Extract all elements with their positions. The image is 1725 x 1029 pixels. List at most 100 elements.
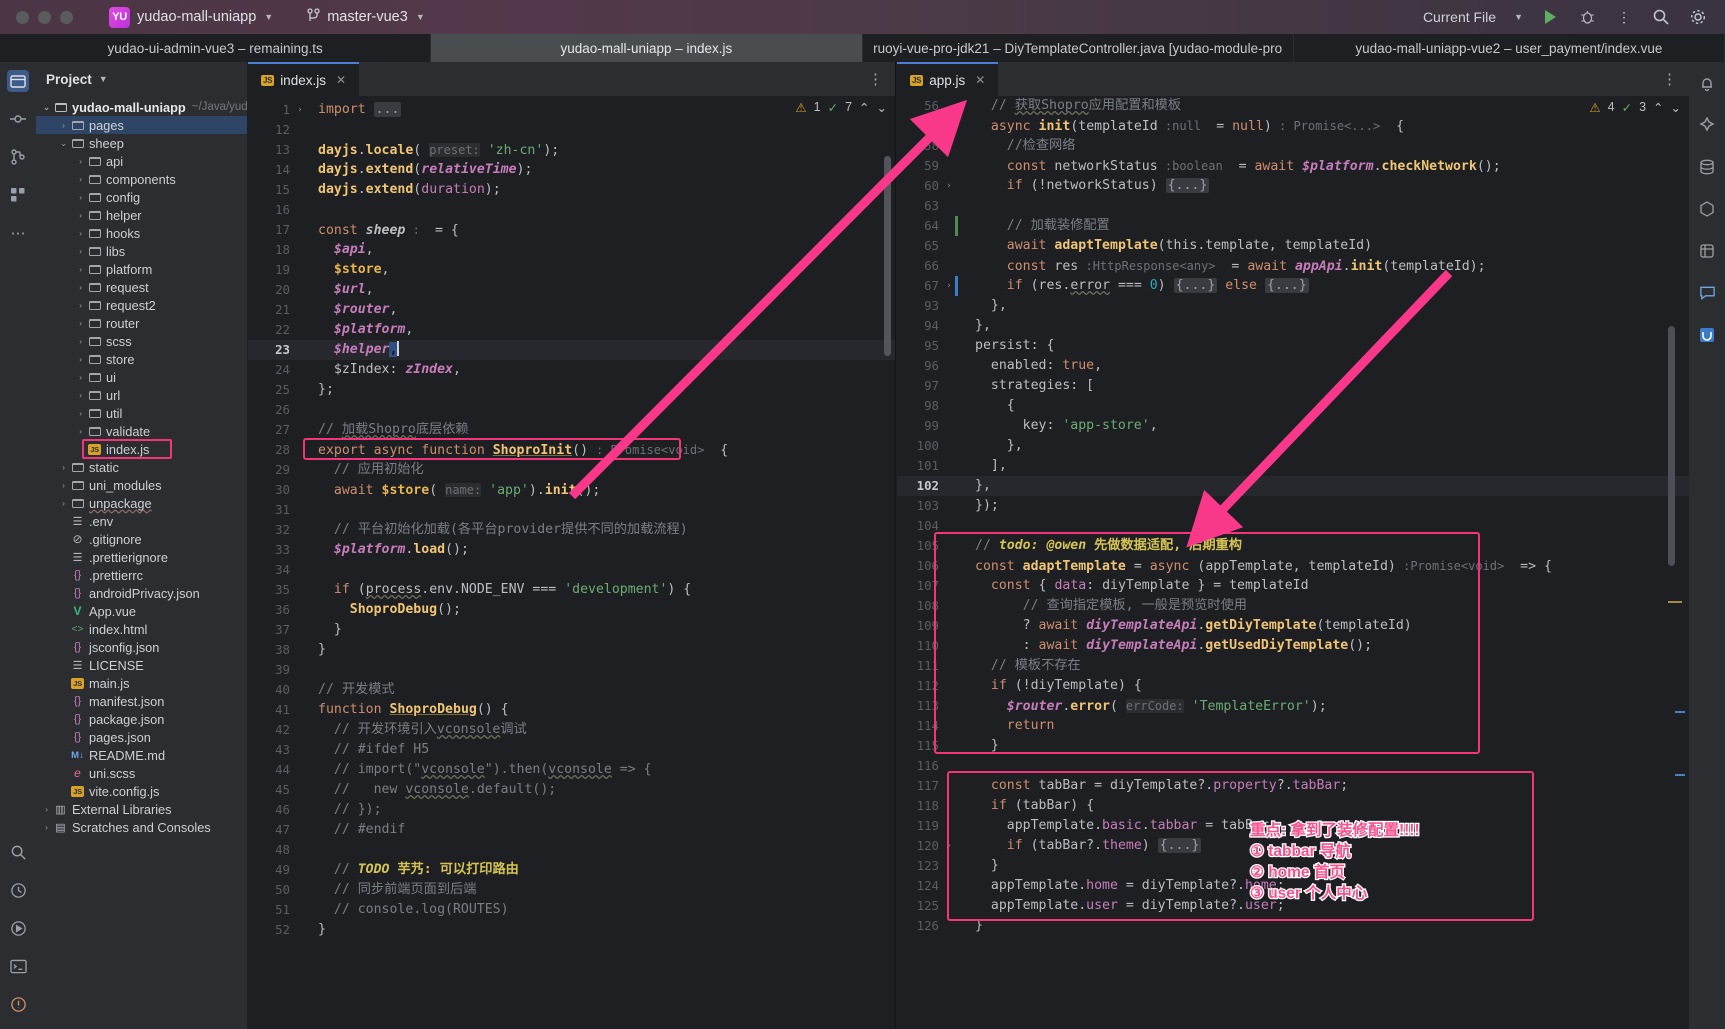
code-line[interactable]: 59 const networkStatus :boolean = await … (897, 156, 1689, 176)
code-line[interactable]: 23 $helper, (248, 340, 895, 360)
current-file-selector[interactable]: Current File (1423, 9, 1496, 25)
code-line[interactable]: 51 // console.log(ROUTES) (248, 900, 895, 920)
code-line[interactable]: 56 // 获取Shopro应用配置和模板 (897, 96, 1689, 116)
tree-item-scss[interactable]: ›scss (36, 332, 247, 350)
code-line[interactable]: 38} (248, 640, 895, 660)
code-line[interactable]: 39 (248, 660, 895, 680)
chevron-right-icon[interactable]: › (57, 462, 70, 472)
code-line[interactable]: 45 // new vconsole.default(); (248, 780, 895, 800)
code-line[interactable]: 42 // 开发环境引入vconsole调试 (248, 720, 895, 740)
tree-item-util[interactable]: ›util (36, 404, 247, 422)
more-tools-icon[interactable]: ⋯ (7, 222, 29, 244)
code-line[interactable]: 66 const res :HttpResponse<any> = await … (897, 256, 1689, 276)
tree-item-config[interactable]: ›config (36, 188, 247, 206)
code-line[interactable]: 63 (897, 196, 1689, 216)
inspection-widget-right[interactable]: ⚠ 4 ✓ 3 ⌃ ⌄ (1589, 96, 1689, 118)
code-line[interactable]: 43 // #ifdef H5 (248, 740, 895, 760)
tree-item-package-json[interactable]: {}package.json (36, 710, 247, 728)
fold-chevron-icon[interactable]: › (943, 176, 955, 196)
tree-item-readme-md[interactable]: M↓README.md (36, 746, 247, 764)
code-line[interactable]: 107 const { data: diyTemplate } = templa… (897, 576, 1689, 596)
code-line[interactable]: 21 $router, (248, 300, 895, 320)
close-icon[interactable]: ✕ (975, 73, 985, 87)
code-line[interactable]: 116 (897, 756, 1689, 776)
debug-icon[interactable] (1577, 7, 1597, 27)
search-icon[interactable] (1651, 7, 1671, 27)
chevron-right-icon[interactable]: › (74, 390, 87, 400)
tree-item-index-html[interactable]: <>index.html (36, 620, 247, 638)
editor-tab-index-js[interactable]: JS index.js ✕ (248, 62, 359, 96)
fold-chevron-icon[interactable]: › (943, 276, 955, 296)
chevron-right-icon[interactable]: › (74, 372, 87, 382)
code-line[interactable]: 106const adaptTemplate = async (appTempl… (897, 556, 1689, 576)
code-line[interactable]: 47 // #endif (248, 820, 895, 840)
next-problem-icon[interactable]: ⌄ (1671, 100, 1681, 115)
code-line[interactable]: 34 (248, 560, 895, 580)
code-viewport-left[interactable]: 1›import ...1213dayjs.locale( preset: 'z… (248, 96, 895, 1029)
code-line[interactable]: 24 $zIndex: zIndex, (248, 360, 895, 380)
project-tool-icon[interactable] (7, 70, 29, 92)
code-line[interactable]: 126} (897, 916, 1689, 936)
project-file-tree[interactable]: ⌄ yudao-mall-uniapp ~/Java/yud ›pages⌄sh… (36, 96, 247, 1029)
tree-item-hooks[interactable]: ›hooks (36, 224, 247, 242)
window-tab-3[interactable]: yudao-mall-uniapp-vue2 – user_payment/in… (1294, 34, 1725, 62)
tree-item-platform[interactable]: ›platform (36, 260, 247, 278)
code-line[interactable]: 96 enabled: true, (897, 356, 1689, 376)
code-line[interactable]: 60› if (!networkStatus) {...} (897, 176, 1689, 196)
code-line[interactable]: 40// 开发模式 (248, 680, 895, 700)
code-line[interactable]: 108 // 查询指定模板, 一般是预览时使用 (897, 596, 1689, 616)
tree-item--gitignore[interactable]: ⊘.gitignore (36, 530, 247, 548)
run-icon[interactable] (1540, 7, 1560, 27)
editor-options-icon[interactable]: ⋮ (856, 62, 895, 96)
uniapp-plugin-icon[interactable] (1696, 324, 1718, 346)
code-line[interactable]: 30 await $store( name: 'app').init(); (248, 480, 895, 500)
minimize-window-button[interactable] (38, 11, 51, 24)
next-problem-icon[interactable]: ⌄ (877, 100, 887, 115)
history-icon[interactable] (7, 879, 29, 901)
database-icon[interactable] (1696, 156, 1718, 178)
code-line[interactable]: 115 } (897, 736, 1689, 756)
code-line[interactable]: 50 // 同步前端页面到后端 (248, 880, 895, 900)
code-line[interactable]: 98 { (897, 396, 1689, 416)
chevron-right-icon[interactable]: › (74, 210, 87, 220)
code-line[interactable]: 112 if (!diyTemplate) { (897, 676, 1689, 696)
chevron-right-icon[interactable]: › (40, 822, 53, 832)
code-line[interactable]: 22 $platform, (248, 320, 895, 340)
tree-item-unpackage[interactable]: ›unpackage (36, 494, 247, 512)
inspection-widget-left[interactable]: ⚠ 1 ✓ 7 ⌃ ⌄ (795, 96, 895, 118)
code-line[interactable]: 52} (248, 920, 895, 940)
ai-assistant-icon[interactable] (1696, 114, 1718, 136)
tree-item-manifest-json[interactable]: {}manifest.json (36, 692, 247, 710)
tree-item-static[interactable]: ›static (36, 458, 247, 476)
code-line[interactable]: 105// todo: @owen 先做数据适配, 后期重构 (897, 536, 1689, 556)
project-selector[interactable]: YU yudao-mall-uniapp ▼ (109, 7, 273, 28)
chevron-right-icon[interactable]: › (74, 246, 87, 256)
tree-item-external-libraries[interactable]: ›▥External Libraries (36, 800, 247, 818)
chevron-right-icon[interactable]: › (74, 300, 87, 310)
search-everywhere-icon[interactable] (7, 841, 29, 863)
plugins-icon[interactable] (1696, 240, 1718, 262)
tree-item-vite-config-js[interactable]: JSvite.config.js (36, 782, 247, 800)
run-tool-icon[interactable] (7, 917, 29, 939)
chevron-right-icon[interactable]: › (40, 804, 53, 814)
code-line[interactable]: 95persist: { (897, 336, 1689, 356)
code-line[interactable]: 18 $api, (248, 240, 895, 260)
tree-item-request2[interactable]: ›request2 (36, 296, 247, 314)
prev-problem-icon[interactable]: ⌃ (859, 100, 869, 115)
code-line[interactable]: 27// 加载Shopro底层依赖 (248, 420, 895, 440)
window-tab-2[interactable]: ruoyi-vue-pro-jdk21 – DiyTemplateControl… (863, 34, 1294, 62)
code-line[interactable]: 109 ? await diyTemplateApi.getDiyTemplat… (897, 616, 1689, 636)
pull-requests-tool-icon[interactable] (7, 146, 29, 168)
code-line[interactable]: 32 // 平台初始化加载(各平台provider提供不同的加载流程) (248, 520, 895, 540)
project-panel-header[interactable]: Project ▼ (36, 62, 247, 96)
editor-scrollbar-right[interactable] (1668, 326, 1675, 566)
code-line[interactable]: 36 ShoproDebug(); (248, 600, 895, 620)
tree-item-helper[interactable]: ›helper (36, 206, 247, 224)
code-line[interactable]: 94}, (897, 316, 1689, 336)
code-line[interactable]: 41function ShoproDebug() { (248, 700, 895, 720)
code-line[interactable]: 20 $url, (248, 280, 895, 300)
chevron-right-icon[interactable]: › (74, 264, 87, 274)
fold-chevron-icon[interactable]: › (943, 836, 955, 856)
code-line[interactable]: 37 } (248, 620, 895, 640)
code-line[interactable]: 101 ], (897, 456, 1689, 476)
